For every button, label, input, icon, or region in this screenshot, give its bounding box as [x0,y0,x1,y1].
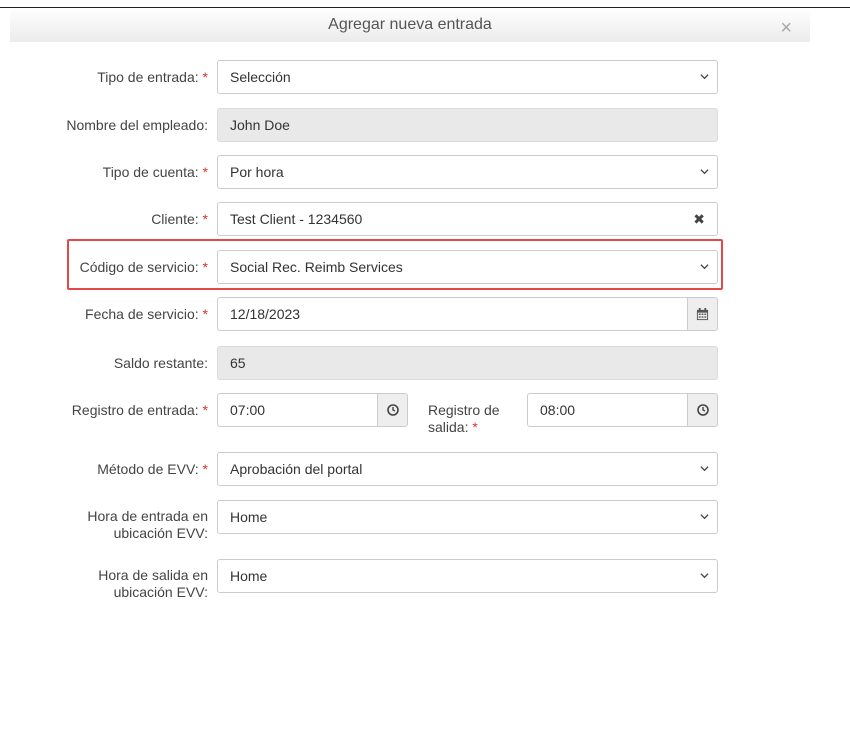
check-in-input[interactable]: 07:00 [217,393,378,427]
check-in-label: Registro de entrada: * [71,402,208,418]
required-asterisk: * [202,211,208,227]
client-select[interactable]: Test Client - 1234560 ✖ [217,202,718,236]
service-code-label: Código de servicio: * [79,259,208,275]
check-out-clock-button[interactable] [688,393,718,427]
close-icon[interactable]: × [780,18,792,38]
check-out-input[interactable]: 08:00 [527,393,688,427]
client-label: Cliente: * [151,211,208,227]
account-type-label: Tipo de cuenta: * [102,164,208,180]
dialog-title: Agregar nueva entrada [328,16,492,33]
service-date-label: Fecha de servicio: * [85,306,208,322]
remaining-balance-field: 65 [217,346,718,380]
chevron-down-icon [700,74,709,80]
check-in-clock-button[interactable] [378,393,408,427]
calendar-icon [696,307,709,320]
employee-name-field: John Doe [217,108,718,142]
entry-type-label: Tipo de entrada: * [97,69,208,85]
chevron-down-icon [700,514,709,520]
chevron-down-icon [700,264,709,270]
required-asterisk: * [202,402,208,418]
service-code-select[interactable]: Social Rec. Reimb Services [217,250,718,284]
calendar-button[interactable] [688,297,718,331]
account-type-select[interactable]: Por hora [217,155,718,189]
evv-in-location-label: Hora de entrada en ubicación EVV: [87,508,208,541]
employee-name-label: Nombre del empleado: [66,117,208,133]
chevron-down-icon [700,573,709,579]
required-asterisk: * [202,306,208,322]
entry-type-select[interactable]: Selección [217,60,718,94]
check-out-label: Registro de salida: * [428,402,500,435]
required-asterisk: * [202,164,208,180]
clock-icon [696,404,709,416]
required-asterisk: * [202,259,208,275]
evv-method-label: Método de EVV: * [97,461,208,477]
chevron-down-icon [700,169,709,175]
evv-out-location-label: Hora de salida en ubicación EVV: [98,567,208,600]
evv-method-select[interactable]: Aprobación del portal [217,452,718,486]
remaining-balance-label: Saldo restante: [113,355,208,371]
dialog-header: Agregar nueva entrada × [10,8,810,42]
evv-out-location-select[interactable]: Home [217,559,718,593]
required-asterisk: * [472,419,478,435]
clear-x-icon[interactable]: ✖ [693,203,705,235]
service-date-input[interactable]: 12/18/2023 [217,297,688,331]
required-asterisk: * [202,461,208,477]
required-asterisk: * [202,69,208,85]
clock-icon [386,404,399,416]
evv-in-location-select[interactable]: Home [217,500,718,534]
chevron-down-icon [700,466,709,472]
